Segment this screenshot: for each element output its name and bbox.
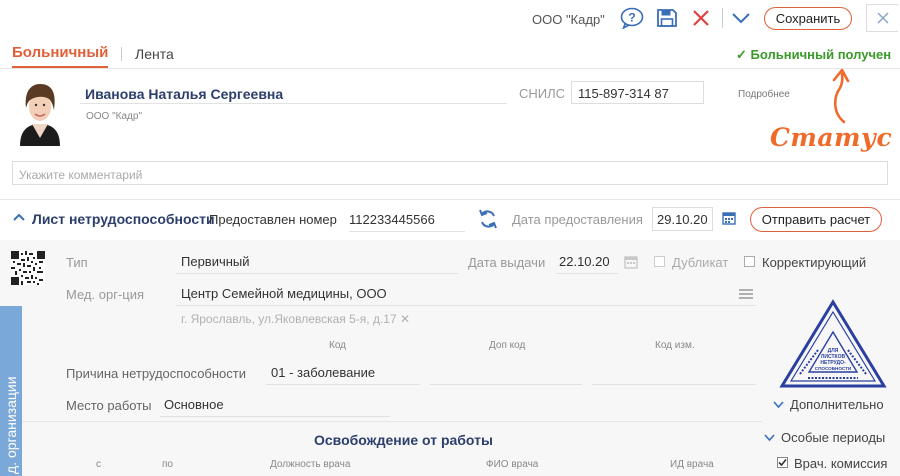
col-fio: ФИО врача [486, 459, 539, 470]
refresh-icon[interactable] [478, 208, 498, 230]
col-to: по [162, 459, 173, 470]
status-label: ✓ Больничный получен [736, 47, 891, 63]
workplace-field[interactable]: Основное [160, 397, 390, 417]
med-org-address-text: г. Ярославль, ул.Яковлевская 5-я, д.17 [181, 312, 397, 326]
stamp-line-4: СПОСОБНОСТИ [815, 366, 851, 371]
close-panel-button[interactable] [866, 4, 898, 32]
comment-placeholder: Укажите комментарий [19, 168, 143, 182]
list-icon[interactable] [739, 288, 753, 300]
tab-sick-leave-label: Больничный [12, 44, 109, 61]
org-name: ООО "Кадр" [532, 12, 605, 27]
snils-label: СНИЛС [519, 86, 566, 101]
col-from: с [96, 459, 101, 470]
duplicate-label: Дубликат [672, 255, 729, 270]
annotation-arrow [826, 66, 860, 126]
code-header: Код [329, 340, 347, 351]
snils-field[interactable]: 115-897-314 87 [571, 81, 704, 104]
more-chevron-icon [773, 400, 784, 408]
release-title: Освобождение от работы [314, 432, 493, 448]
chevron-down-icon[interactable] [731, 11, 751, 25]
employee-org: ООО "Кадр" [86, 111, 142, 122]
toolbar-divider [722, 8, 723, 28]
side-tab-organization[interactable]: д. организации [0, 306, 22, 476]
section-line [22, 421, 762, 422]
side-tab-label: д. организации [3, 376, 19, 474]
qr-code [11, 251, 45, 285]
col-id: ИД врача [670, 459, 714, 470]
type-label: Тип [66, 255, 88, 270]
code-change-header: Код изм. [655, 340, 695, 351]
med-org-address: г. Ярославль, ул.Яковлевская 5-я, д.17 ✕ [181, 312, 410, 326]
number-field[interactable]: 112233445566 [349, 212, 465, 232]
tab-feed[interactable]: Лента [135, 46, 174, 62]
special-periods-toggle[interactable]: Особые периоды [764, 430, 885, 445]
tab-divider [121, 47, 122, 61]
issue-calendar-icon[interactable] [624, 255, 638, 269]
add-code-field[interactable] [430, 384, 582, 385]
close-red-icon[interactable] [692, 9, 710, 27]
save-button[interactable]: Сохранить [764, 7, 852, 30]
status-text: Больничный получен [750, 47, 892, 62]
svg-text:?: ? [628, 11, 635, 25]
sick-list-title[interactable]: Лист нетрудоспособности [32, 211, 215, 227]
special-periods-chevron-icon [764, 433, 775, 441]
workplace-label: Место работы [66, 398, 152, 413]
issue-date-label: Дата выдачи [468, 255, 546, 270]
details-link[interactable]: Подробнее [738, 89, 790, 100]
reason-field[interactable]: 01 - заболевание [266, 365, 420, 385]
save-icon[interactable] [656, 8, 678, 28]
issue-date-field[interactable]: 22.10.20 [556, 254, 618, 274]
collapse-chevron-icon[interactable] [12, 212, 26, 222]
more-toggle[interactable]: Дополнительно [773, 397, 884, 412]
employee-name-underline [80, 103, 507, 104]
more-label: Дополнительно [790, 397, 884, 412]
med-org-field[interactable]: Центр Семейной медицины, ООО [176, 286, 756, 306]
status-check-icon: ✓ [736, 47, 747, 62]
reason-label: Причина нетрудоспособности [66, 366, 247, 381]
special-periods-label: Особые периоды [781, 430, 886, 445]
commission-label: Врач. комиссия [794, 456, 888, 471]
duplicate-checkbox[interactable] [654, 256, 665, 267]
comment-field[interactable]: Укажите комментарий [12, 161, 888, 185]
annotation-status-text: Статус [770, 123, 893, 152]
col-position: Должность врача [270, 459, 351, 470]
commission-check-icon [778, 458, 787, 467]
date-provided-field[interactable]: 29.10.20 [652, 207, 713, 231]
type-field[interactable]: Первичный [176, 254, 458, 274]
send-calculation-button[interactable]: Отправить расчет [750, 207, 882, 232]
stamp-image: ДЛЯ ЛИСТКОВ НЕТРУДО- СПОСОБНОСТИ [778, 298, 888, 390]
help-icon[interactable]: ? [620, 7, 644, 29]
number-label: Предоставлен номер [209, 212, 337, 227]
commission-checkbox[interactable] [777, 457, 788, 468]
date-provided-label: Дата предоставления [512, 212, 643, 227]
header-separator [0, 68, 900, 69]
corrective-checkbox[interactable] [744, 256, 755, 267]
clear-address-icon[interactable]: ✕ [400, 312, 410, 326]
med-org-label: Мед. орг-ция [66, 287, 145, 302]
section-separator [0, 199, 900, 200]
tab-sick-leave[interactable]: Больничный [12, 44, 109, 69]
employee-name[interactable]: Иванова Наталья Сергеевна [85, 86, 283, 102]
corrective-label: Корректирующий [762, 255, 867, 270]
add-code-header: Доп код [489, 340, 526, 351]
avatar [12, 78, 68, 146]
code-change-field[interactable] [592, 384, 756, 385]
calendar-icon[interactable] [722, 211, 736, 225]
